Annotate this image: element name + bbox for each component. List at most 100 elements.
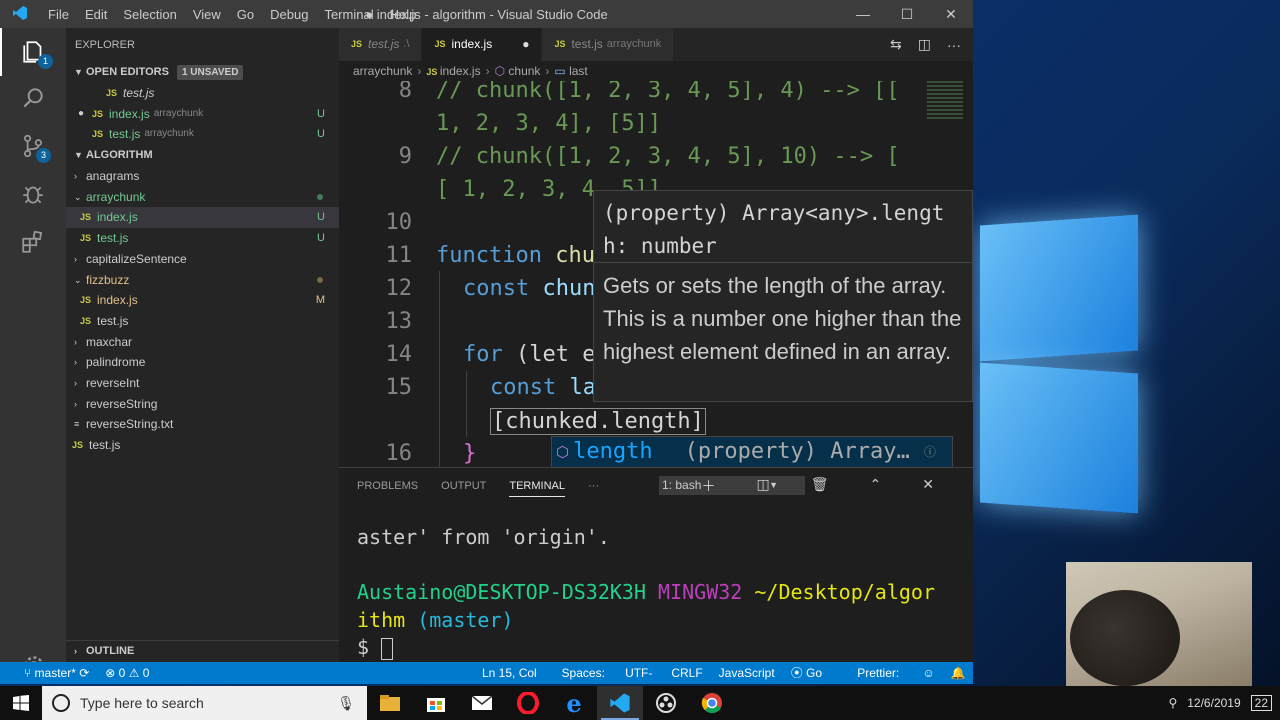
branch-icon: ⑂: [24, 666, 35, 680]
add-terminal-icon[interactable]: ＋: [702, 476, 716, 496]
close-button[interactable]: ✕: [929, 0, 973, 28]
explorer-icon[interactable]: 1: [0, 28, 66, 76]
search-placeholder: Type here to search: [80, 695, 204, 711]
smiley-icon[interactable]: ☺: [923, 662, 935, 684]
tree-folder-reverseint[interactable]: › reverseInt: [66, 373, 339, 394]
tree-folder-fizzbuzz[interactable]: ⌄ fizzbuzz: [66, 270, 339, 291]
breadcrumb-item[interactable]: last: [569, 64, 588, 78]
code-line: }: [463, 441, 477, 466]
minimap[interactable]: [927, 81, 963, 121]
vscode-window: File Edit Selection View Go Debug Termin…: [0, 0, 973, 684]
hover-documentation: Gets or sets the length of the array. Th…: [603, 273, 962, 364]
notification-badge[interactable]: 22: [1250, 695, 1272, 711]
search-icon[interactable]: [0, 74, 66, 122]
menu-file[interactable]: File: [40, 7, 77, 22]
tree-file-test[interactable]: JS test.js U: [66, 228, 339, 249]
open-editors-section[interactable]: ▼ OPEN EDITORS 1 UNSAVED: [66, 62, 339, 83]
tree-file-index[interactable]: JS index.js M: [66, 290, 339, 311]
indentation[interactable]: Spaces: 2: [562, 662, 610, 684]
webcam-overlay: [1066, 562, 1252, 686]
tree-folder-palindrome[interactable]: › palindrome: [66, 352, 339, 373]
tab-test-js-root[interactable]: JS test.js .\: [339, 28, 423, 61]
obs-icon[interactable]: [643, 686, 689, 720]
tab-index-js[interactable]: JS index.js ●: [422, 28, 543, 61]
menu-view[interactable]: View: [185, 7, 229, 22]
tree-file-test[interactable]: JS test.js: [66, 311, 339, 332]
menu-terminal[interactable]: Terminal: [316, 7, 381, 22]
git-branch[interactable]: ⑂ master* ⟳: [24, 662, 89, 684]
prettier-status[interactable]: Prettier: ✓: [857, 662, 906, 684]
tab-test-js-arraychunk[interactable]: JS test.js arraychunk: [542, 28, 675, 61]
compare-icon[interactable]: ⇆: [890, 36, 902, 53]
store-icon[interactable]: [413, 686, 459, 720]
tree-folder-arraychunk[interactable]: ⌄ arraychunk: [66, 187, 339, 208]
problems-count[interactable]: ⊗ 0 ⚠ 0: [105, 662, 149, 684]
tab-terminal[interactable]: TERMINAL: [509, 475, 565, 497]
tree-folder-anagrams[interactable]: › anagrams: [66, 166, 339, 187]
more-actions-icon[interactable]: ···: [947, 37, 961, 53]
breadcrumb-item[interactable]: arraychunk: [353, 64, 412, 78]
tree-file-reversestring-txt[interactable]: ≡ reverseString.txt: [66, 414, 339, 435]
taskbar-search-box[interactable]: Type here to search 🎙: [42, 686, 367, 720]
opera-icon[interactable]: [505, 686, 551, 720]
extensions-icon[interactable]: [0, 218, 66, 266]
minimize-button[interactable]: —: [841, 0, 885, 28]
unsaved-dot-icon: ●: [78, 107, 85, 119]
unsaved-dot-icon[interactable]: ●: [522, 28, 529, 61]
maximize-button[interactable]: ☐: [885, 0, 929, 28]
tree-folder-capitalizesentence[interactable]: › capitalizeSentence: [66, 249, 339, 270]
breadcrumb-item[interactable]: index.js: [440, 64, 481, 78]
vscode-taskbar-icon[interactable]: [597, 686, 643, 720]
tab-problems[interactable]: PROBLEMS: [357, 480, 418, 492]
language-mode[interactable]: JavaScript: [719, 662, 775, 684]
scm-badge: 3: [36, 148, 51, 163]
info-icon[interactable]: ⓘ: [924, 437, 936, 467]
menu-go[interactable]: Go: [229, 7, 262, 22]
trash-icon[interactable]: 🗑: [811, 476, 829, 496]
menu-edit[interactable]: Edit: [77, 7, 115, 22]
edge-icon[interactable]: e: [551, 686, 597, 720]
encoding[interactable]: UTF-8: [625, 662, 655, 684]
chrome-icon[interactable]: [689, 686, 735, 720]
tree-folder-maxchar[interactable]: › maxchar: [66, 332, 339, 353]
more-tabs-icon[interactable]: ···: [588, 480, 599, 492]
open-editors-title: OPEN EDITORS: [86, 66, 169, 78]
windows-start-icon[interactable]: [0, 686, 42, 720]
folder-section[interactable]: ▼ ALGORITHM: [66, 145, 339, 166]
open-editor-item[interactable]: JS test.js: [66, 83, 339, 104]
line-number: 16: [385, 441, 413, 466]
chevron-up-icon[interactable]: ⌃: [870, 476, 882, 496]
js-file-icon: JS: [72, 440, 84, 450]
line-number: 9: [398, 144, 412, 169]
breadcrumb-item[interactable]: chunk: [508, 64, 540, 78]
close-panel-icon[interactable]: ✕: [922, 476, 934, 496]
line-number: 11: [385, 243, 413, 268]
tree-folder-reversestring[interactable]: › reverseString: [66, 394, 339, 415]
split-terminal-icon[interactable]: ◫: [757, 476, 770, 496]
open-editor-item[interactable]: ● JS index.js arraychunk U: [66, 104, 339, 125]
tab-output[interactable]: OUTPUT: [441, 480, 486, 492]
microphone-icon[interactable]: 🎙: [337, 695, 355, 712]
go-live-button[interactable]: ⦿ Go Live: [791, 662, 841, 684]
menu-selection[interactable]: Selection: [115, 7, 184, 22]
mail-icon[interactable]: [459, 686, 505, 720]
outline-section[interactable]: › OUTLINE: [66, 640, 339, 661]
tree-file-test[interactable]: JS test.js: [66, 435, 339, 456]
menu-debug[interactable]: Debug: [262, 7, 316, 22]
terminal-output[interactable]: aster' from 'origin'. Austaino@DESKTOP-D…: [357, 524, 935, 662]
split-editor-icon[interactable]: ◫: [918, 36, 931, 53]
line-ending[interactable]: CRLF: [671, 662, 702, 684]
people-icon[interactable]: ⚲: [1168, 696, 1177, 710]
tree-file-index[interactable]: JS index.js U: [66, 207, 339, 229]
date[interactable]: 12/6/2019: [1187, 696, 1240, 710]
file-explorer-icon[interactable]: [367, 686, 413, 720]
menu-help[interactable]: Help: [382, 7, 425, 22]
notifications[interactable]: 🔔 1: [951, 662, 973, 684]
source-control-icon[interactable]: 3: [0, 122, 66, 170]
explorer-sidebar: EXPLORER ▼ OPEN EDITORS 1 UNSAVED JS tes…: [66, 28, 339, 662]
code-line: function chu: [436, 243, 595, 268]
suggestion-item[interactable]: ⬡ length (property) Array… ⓘ: [552, 437, 952, 467]
cursor-position[interactable]: Ln 15, Col 40: [482, 662, 546, 684]
debug-icon[interactable]: [0, 170, 66, 218]
open-editor-item[interactable]: JS test.js arraychunk U: [66, 124, 339, 145]
